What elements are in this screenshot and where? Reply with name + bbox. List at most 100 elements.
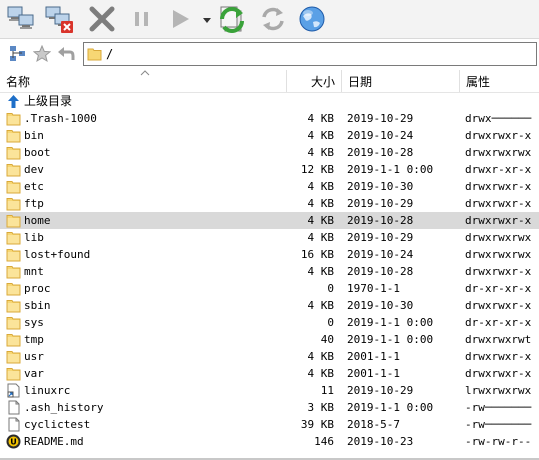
folder-icon [6,111,21,126]
column-header: 名称 大小 日期 属性 [0,70,539,93]
network-tree-icon[interactable] [9,45,27,63]
file-name: .Trash-1000 [24,112,97,125]
file-row[interactable]: boot 4 KB 2019-10-28 drwxrwxrwx [0,144,539,161]
file-date: 2018-5-7 [347,418,400,431]
file-size: 4 KB [307,367,335,380]
parent-directory-label: 上级目录 [24,94,73,108]
folder-icon [6,298,21,313]
file-row[interactable]: linuxrc 11 2019-10-29 lrwxrwxrwx [0,382,539,399]
file-date: 2019-10-30 [347,299,414,312]
file-attributes: drwxrwxr-x [465,265,532,278]
file-row[interactable]: home 4 KB 2019-10-28 drwxrwxr-x [0,212,539,229]
bookmark-star-icon[interactable] [33,45,51,63]
file-attributes: drwxrwxr-x [465,129,532,142]
file-attributes: -rw-rw-r-- [465,435,532,448]
file-attributes: dr-xr-xr-x [465,316,532,329]
disconnect-icon[interactable] [44,3,76,35]
file-row[interactable]: lib 4 KB 2019-10-29 drwxrwxrwx [0,229,539,246]
file-size: 146 [314,435,334,448]
file-row[interactable]: sbin 4 KB 2019-10-30 drwxrwxr-x [0,297,539,314]
file-attributes: -rw─────── [465,401,532,414]
file-size: 4 KB [307,231,335,244]
file-date: 2019-10-23 [347,435,414,448]
file-row[interactable]: lost+found 16 KB 2019-10-24 drwxrwxrwx [0,246,539,263]
path-text: / [106,47,114,61]
globe-icon[interactable] [296,3,328,35]
file-name: ftp [24,197,44,210]
toolbar [0,0,539,39]
file-size: 40 [320,333,334,346]
folder-icon [6,230,21,245]
file-date: 1970-1-1 [347,282,400,295]
file-date: 2019-10-29 [347,231,414,244]
folder-icon [6,213,21,228]
file-name: .ash_history [24,401,104,414]
file-attributes: drwxrwxrwx [465,248,532,261]
file-date: 2019-10-28 [347,214,414,227]
column-size[interactable]: 大小 [286,70,341,92]
cancel-icon[interactable] [86,3,118,35]
file-name: README.md [24,435,84,448]
folder-icon [6,128,21,143]
file-row[interactable]: .ash_history 3 KB 2019-1-1 0:00 -rw─────── [0,399,539,416]
connect-icon[interactable] [6,3,38,35]
file-row[interactable]: bin 4 KB 2019-10-24 drwxrwxr-x [0,127,539,144]
file-size: 4 KB [307,214,335,227]
file-date: 2019-10-29 [347,384,414,397]
transfer-icon[interactable] [216,3,248,35]
file-row[interactable]: sys 0 2019-1-1 0:00 dr-xr-xr-x [0,314,539,331]
symlink-file-icon [6,383,21,398]
dropdown-arrow-icon[interactable] [203,14,211,24]
path-input[interactable]: / [83,42,537,66]
file-date: 2001-1-1 [347,367,400,380]
column-date[interactable]: 日期 [341,70,459,92]
folder-icon [6,349,21,364]
file-date: 2019-10-24 [347,129,414,142]
file-size: 4 KB [307,112,335,125]
folder-icon [6,162,21,177]
file-size: 4 KB [307,129,335,142]
file-date: 2019-10-24 [347,248,414,261]
file-attributes: drwxrwxr-x [465,350,532,363]
play-icon[interactable] [164,3,196,35]
file-attributes: drwx────── [465,112,532,125]
refresh-icon[interactable] [257,3,289,35]
file-row[interactable]: ftp 4 KB 2019-10-29 drwxrwxr-x [0,195,539,212]
file-attributes: drwxrwxrwx [465,146,532,159]
file-name: proc [24,282,51,295]
file-attributes: drwxrwxrwx [465,231,532,244]
file-attributes: -rw─────── [465,418,532,431]
file-date: 2019-10-28 [347,265,414,278]
file-date: 2019-10-30 [347,180,414,193]
file-row[interactable]: U README.md 146 2019-10-23 -rw-rw-r-- [0,433,539,450]
file-size: 11 [320,384,334,397]
file-row[interactable]: .Trash-1000 4 KB 2019-10-29 drwx────── [0,110,539,127]
pause-icon[interactable] [126,3,158,35]
file-row[interactable]: usr 4 KB 2001-1-1 drwxrwxr-x [0,348,539,365]
file-date: 2019-1-1 0:00 [347,333,434,346]
file-size: 4 KB [307,299,335,312]
file-row[interactable]: etc 4 KB 2019-10-30 drwxrwxr-x [0,178,539,195]
file-row[interactable]: var 4 KB 2001-1-1 drwxrwxr-x [0,365,539,382]
file-attributes: drwxrwxrwt [465,333,532,346]
file-row[interactable]: mnt 4 KB 2019-10-28 drwxrwxr-x [0,263,539,280]
folder-icon [6,196,21,211]
file-size: 4 KB [307,265,335,278]
file-size: 4 KB [307,180,335,193]
column-attr[interactable]: 属性 [459,70,539,92]
file-size: 39 KB [300,418,334,431]
file-name: cyclictest [24,418,91,431]
file-row[interactable]: cyclictest 39 KB 2018-5-7 -rw─────── [0,416,539,433]
file-row[interactable]: dev 12 KB 2019-1-1 0:00 drwxr-xr-x [0,161,539,178]
file-date: 2019-10-29 [347,112,414,125]
up-arrow-icon [6,94,21,109]
parent-directory-row[interactable]: 上级目录 [0,93,539,110]
markdown-file-icon: U [6,434,21,449]
file-attributes: lrwxrwxrwx [465,384,532,397]
file-row[interactable]: tmp 40 2019-1-1 0:00 drwxrwxrwt [0,331,539,348]
file-icon [6,400,21,415]
file-row[interactable]: proc 0 1970-1-1 dr-xr-xr-x [0,280,539,297]
folder-icon [6,281,21,296]
file-name: bin [24,129,44,142]
back-arrow-icon[interactable] [57,45,75,63]
